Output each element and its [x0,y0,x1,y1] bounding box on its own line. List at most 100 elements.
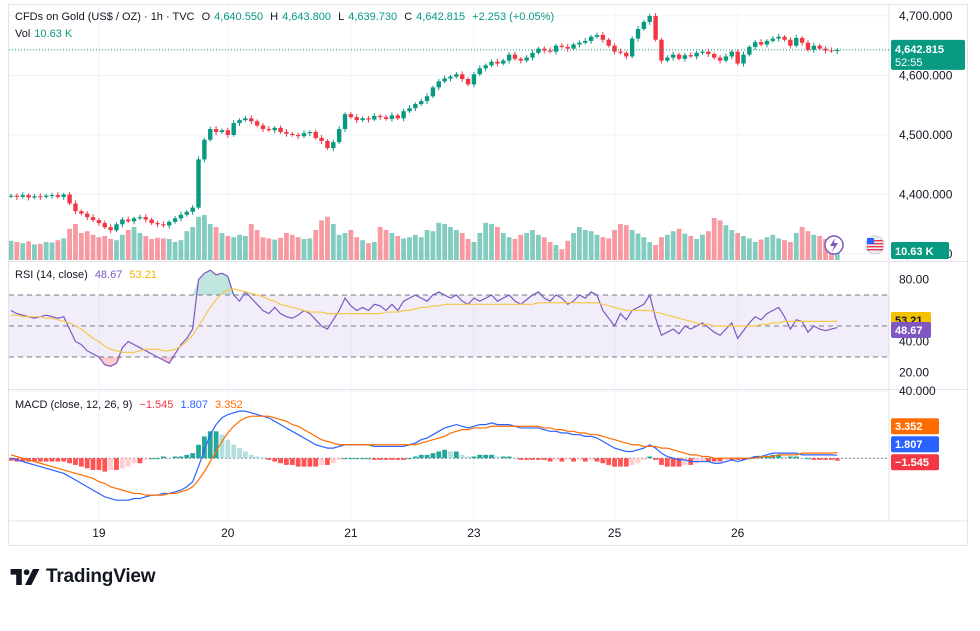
macd-histogram-bar [442,449,448,459]
macd-tick-label: 40.000 [899,384,936,398]
macd-histogram-bar [694,458,700,464]
volume-bar [160,238,166,260]
macd-histogram-bar [547,458,553,462]
volume-bar [541,237,547,260]
macd-histogram-bar [506,456,512,459]
macd-histogram-bar [524,458,530,460]
macd-label[interactable]: MACD (close, 12, 26, 9) [15,399,132,411]
macd-legend: MACD (close, 12, 26, 9) −1.545 1.807 3.3… [15,399,247,411]
macd-histogram-bar [653,458,658,460]
macd-histogram-bar [541,458,547,460]
candle-body [336,129,342,143]
volume-bar [500,233,506,260]
macd-histogram-bar [237,448,242,459]
candle-body [506,54,512,61]
volume-bar [407,237,412,260]
macd-histogram-bar [78,458,84,467]
rsi-label[interactable]: RSI (14, close) [15,269,88,281]
macd-histogram-bar [682,458,688,465]
volume-bar [207,224,213,260]
candle-body [670,54,676,58]
candle-body [108,227,113,231]
macd-histogram-bar [354,458,360,460]
time-tick-label: 26 [731,526,745,540]
macd-histogram-bar [67,458,72,464]
candle-body [295,134,301,137]
volume-bar [512,239,518,260]
macd-histogram-bar [377,458,383,460]
volume-bar [758,239,764,260]
candle-body [272,127,277,131]
macd-histogram-bar [155,458,160,460]
macd-histogram-bar [184,454,190,459]
candle-body [501,60,506,64]
volume-bar [67,228,72,260]
macd-histogram-bar [600,458,606,464]
macd-histogram-bar [336,458,342,460]
volume-bar [366,243,371,260]
volume-bar [547,242,553,260]
volume-bar [43,242,49,260]
candle-body [419,101,424,105]
volume-bar [448,227,453,260]
symbol-legend: CFDs on Gold (US$ / OZ) · 1h · TVC O 4,64… [15,11,555,23]
candle-body [694,52,699,57]
price-tick-label: 4,400.000 [899,188,953,202]
macd-histogram-bar [225,439,231,459]
volume-bar [623,225,629,260]
candle-body [799,37,805,43]
volume-bar [477,233,483,260]
candle-body [266,129,272,131]
macd-histogram-bar [817,458,823,460]
candle-body [524,57,529,61]
candle-body [120,219,125,225]
volume-bar [219,233,225,260]
candle-body [202,139,207,160]
volume-bar [225,236,231,260]
volume-bar [307,238,313,260]
macd-histogram-bar [172,456,178,459]
volume-bar [752,242,758,260]
volume-bar [78,233,84,260]
macd-histogram-bar [131,458,137,464]
candle-body [477,68,482,75]
candle-body [32,196,37,198]
macd-histogram-bar [190,453,196,459]
candle-body [301,133,307,137]
volume-bar [465,239,471,260]
tradingview-logo[interactable]: TradingView [10,566,156,588]
candle-body [811,45,817,50]
time-tick-label: 19 [92,526,106,540]
macd-histogram-bar [418,454,424,459]
volume-bar [799,227,805,260]
candle-body [471,74,477,85]
macd-histogram-bar [401,458,407,460]
bar-countdown-label: 52:55 [895,57,923,69]
volume-bar [647,242,653,260]
candle-body [788,39,793,46]
macd-histogram-bar [823,458,828,460]
volume-bar [682,233,688,260]
candle-body [67,194,72,204]
candle-body [208,129,213,140]
volume-bar [436,222,442,260]
volume-bar [571,233,576,260]
volume-bar [401,238,407,260]
volume-bar [494,227,500,260]
macd-histogram-bar [571,458,576,462]
candle-body [319,137,324,141]
candle-body [178,214,184,219]
candle-body [102,223,107,228]
candle-body [231,123,236,135]
macd-histogram-bar [84,458,90,469]
candle-body [758,42,764,45]
volume-bar [735,233,741,260]
volume-bar [137,233,143,260]
symbol-title[interactable]: CFDs on Gold (US$ / OZ) · 1h · TVC [15,11,195,23]
low-value: 4,639.730 [348,11,398,23]
candle-body [225,130,231,135]
macd-signal-tag-label: 3.352 [895,421,923,433]
candle-body [682,55,688,59]
volume-bar [55,240,61,260]
candle-body [817,45,822,49]
